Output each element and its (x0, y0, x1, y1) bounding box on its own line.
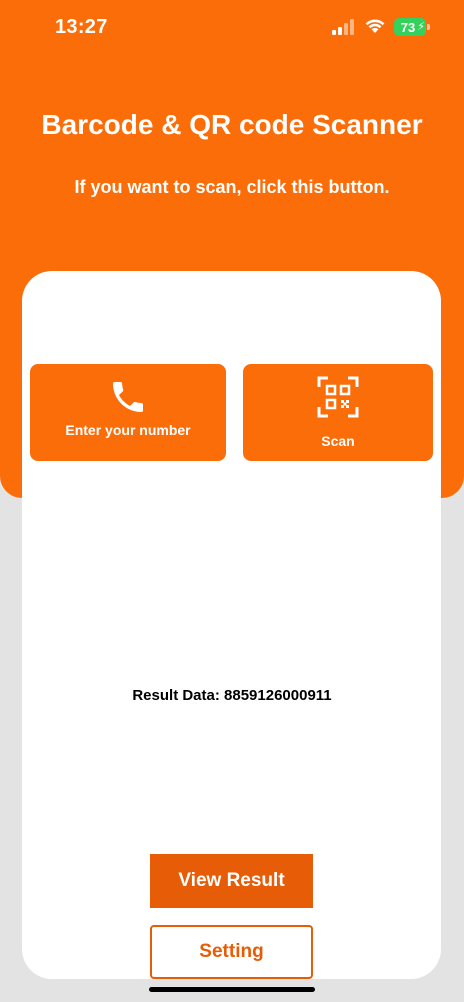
home-indicator[interactable] (149, 987, 315, 992)
view-result-button[interactable]: View Result (150, 854, 313, 908)
wifi-icon (364, 17, 386, 39)
battery-nub (427, 24, 430, 30)
qr-scan-icon (317, 376, 359, 421)
page-title: Barcode & QR code Scanner (41, 109, 423, 140)
result-data: Result Data: 8859126000911 (132, 687, 332, 704)
cellular-signal-icon (332, 19, 356, 40)
enter-number-label: Enter your number (65, 422, 191, 438)
setting-button[interactable]: Setting (150, 925, 313, 979)
scan-label: Scan (321, 433, 355, 449)
page-subtitle: If you want to scan, click this button. (74, 177, 390, 197)
battery-charging-icon: 73 ⚡ (394, 18, 426, 36)
enter-number-button[interactable]: Enter your number (30, 364, 226, 461)
battery-level: 73 (400, 19, 416, 35)
phone-icon (108, 377, 148, 420)
scan-button[interactable]: Scan (243, 364, 433, 461)
status-bar: 13:27 73 ⚡ (0, 0, 464, 54)
status-time: 13:27 (55, 16, 108, 38)
charging-bolt-icon: ⚡ (417, 21, 425, 33)
